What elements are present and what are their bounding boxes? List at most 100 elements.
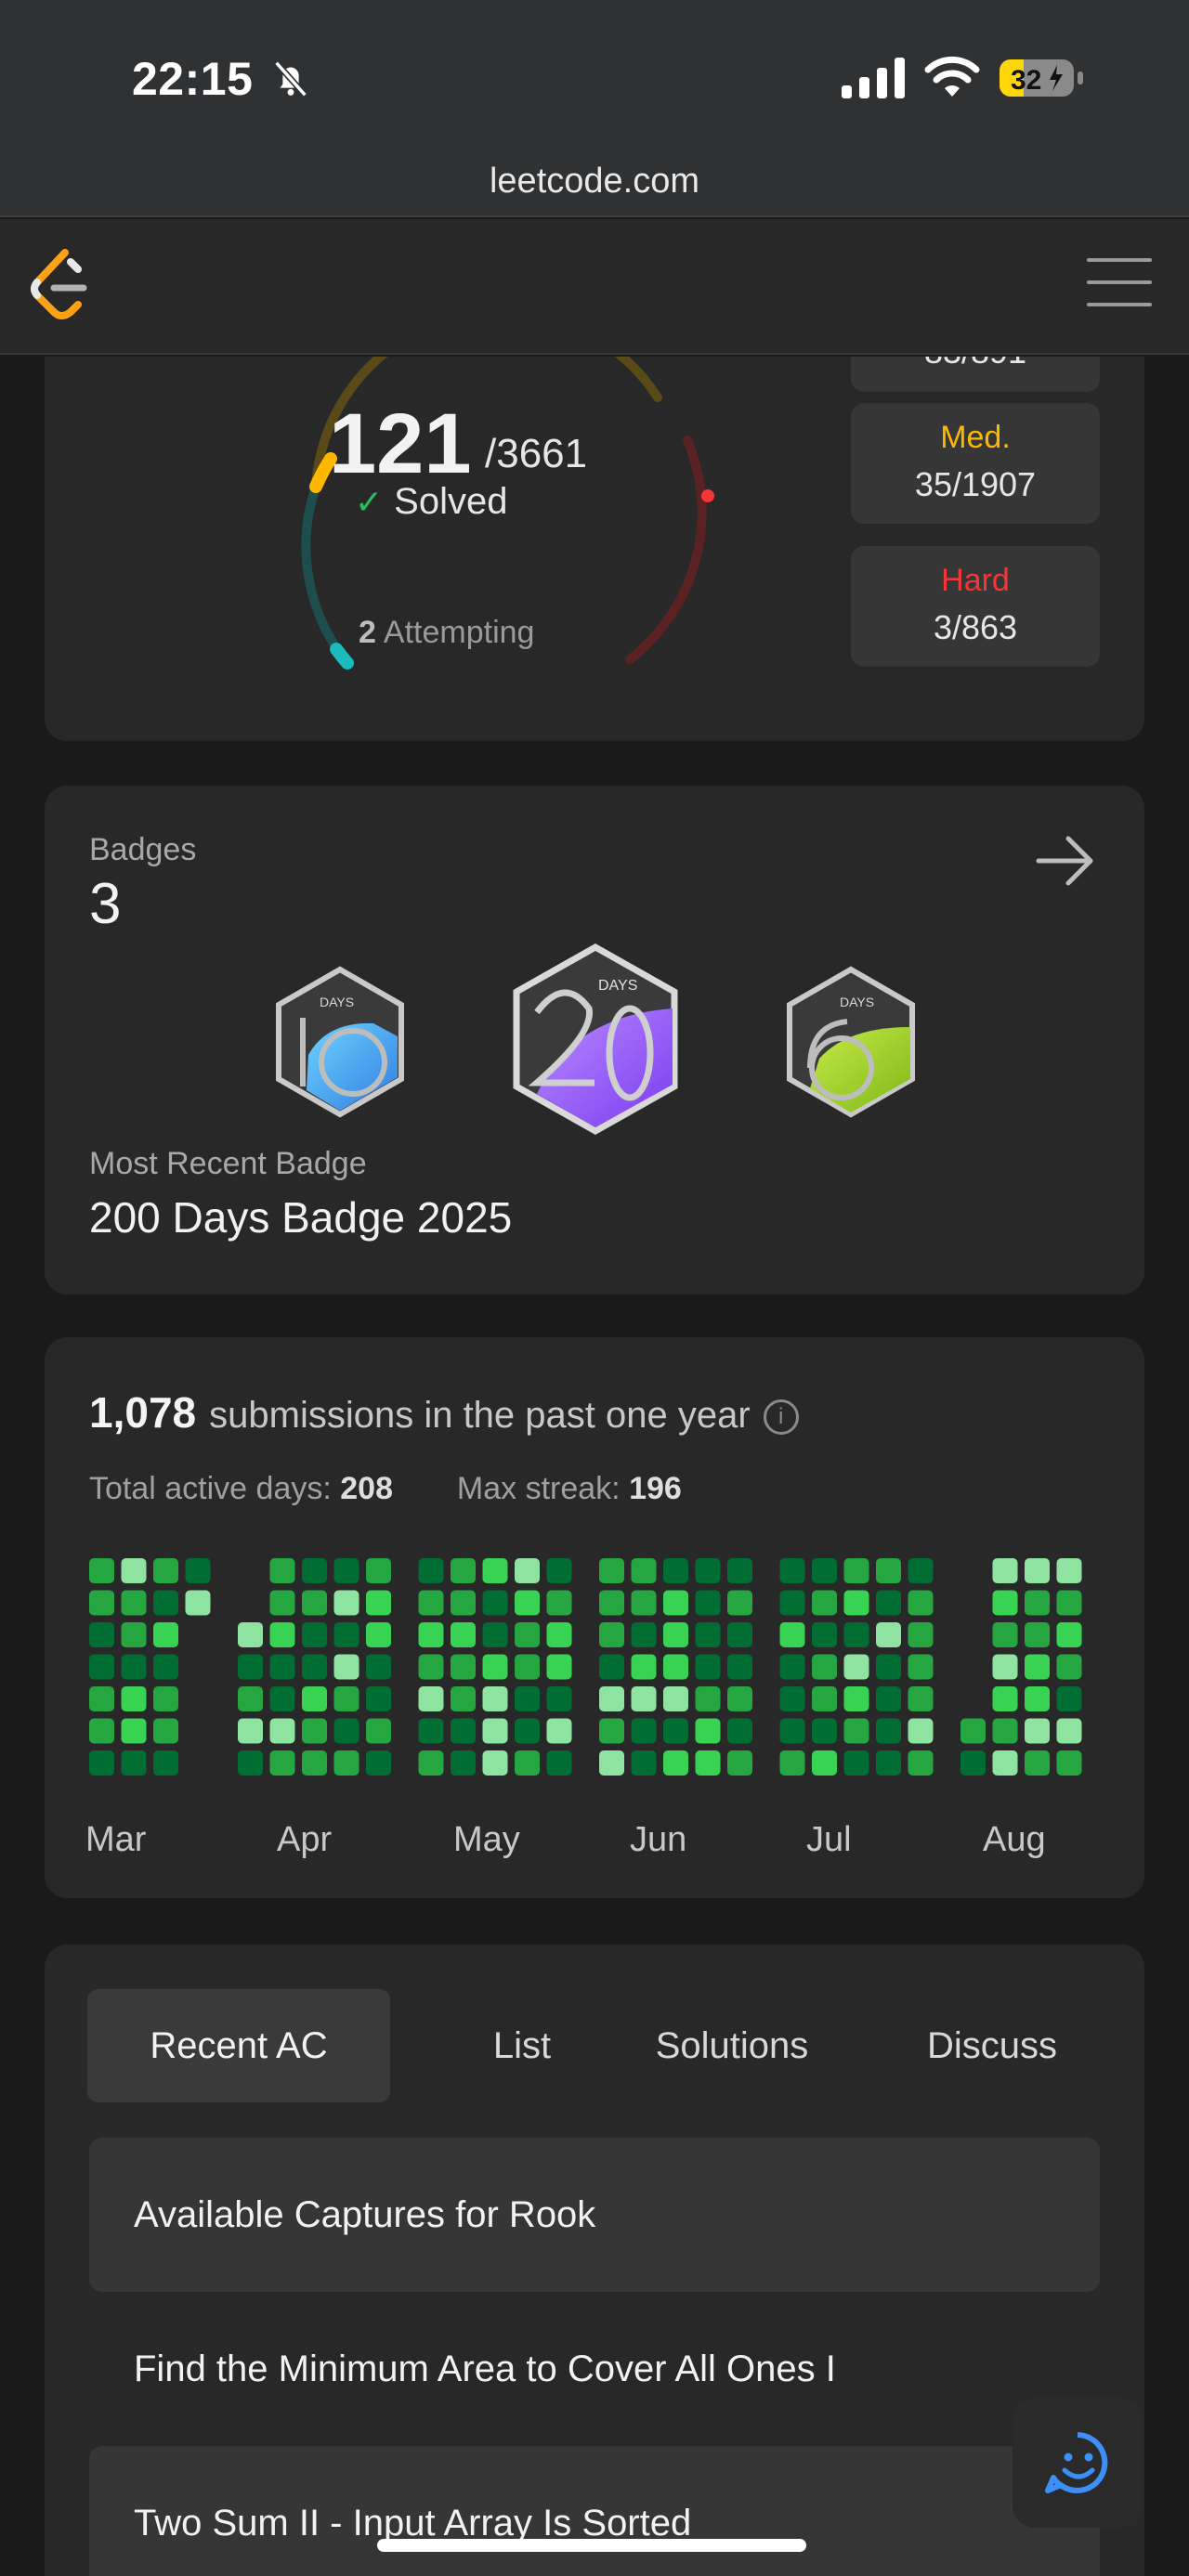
heatmap-cell[interactable] — [302, 1686, 327, 1711]
heatmap-cell[interactable] — [153, 1622, 178, 1647]
heatmap-cell[interactable] — [302, 1718, 327, 1744]
address-bar[interactable]: leetcode.com — [0, 156, 1189, 217]
heatmap-cell[interactable] — [482, 1590, 508, 1616]
heatmap-cell[interactable] — [451, 1654, 476, 1680]
heatmap-cell[interactable] — [482, 1622, 508, 1647]
heatmap-cell[interactable] — [1056, 1718, 1082, 1744]
heatmap-cell[interactable] — [1056, 1558, 1082, 1583]
heatmap-cell[interactable] — [695, 1654, 721, 1680]
heatmap-cell[interactable] — [727, 1718, 752, 1744]
heatmap-cell[interactable] — [695, 1718, 721, 1744]
heatmap-cell[interactable] — [663, 1718, 688, 1744]
heatmap-cell[interactable] — [366, 1718, 391, 1744]
heatmap-cell[interactable] — [908, 1750, 934, 1776]
heatmap-cell[interactable] — [631, 1686, 657, 1711]
heatmap-cell[interactable] — [269, 1558, 295, 1583]
heatmap-cell[interactable] — [843, 1750, 869, 1776]
heatmap-cell[interactable] — [727, 1622, 752, 1647]
heatmap-cell[interactable] — [599, 1558, 624, 1583]
list-item[interactable]: Available Captures for Rook — [89, 2138, 1100, 2292]
heatmap-cell[interactable] — [1025, 1750, 1050, 1776]
heatmap-cell[interactable] — [89, 1718, 114, 1744]
heatmap-cell[interactable] — [302, 1654, 327, 1680]
heatmap-cell[interactable] — [779, 1654, 805, 1680]
menu-icon[interactable] — [1087, 258, 1152, 314]
heatmap-cell[interactable] — [1025, 1718, 1050, 1744]
heatmap-cell[interactable] — [876, 1686, 901, 1711]
heatmap-cell[interactable] — [366, 1654, 391, 1680]
heatmap-cell[interactable] — [663, 1686, 688, 1711]
heatmap-cell[interactable] — [992, 1686, 1018, 1711]
heatmap-cell[interactable] — [960, 1750, 986, 1776]
heatmap-cell[interactable] — [663, 1622, 688, 1647]
heatmap-cell[interactable] — [631, 1654, 657, 1680]
heatmap-cell[interactable] — [876, 1558, 901, 1583]
submission-heatmap[interactable] — [89, 1558, 1148, 1800]
heatmap-cell[interactable] — [515, 1558, 540, 1583]
heatmap-cell[interactable] — [546, 1718, 572, 1744]
100-days-badge-icon[interactable]: DAYS — [271, 966, 409, 1118]
heatmap-cell[interactable] — [366, 1750, 391, 1776]
heatmap-cell[interactable] — [876, 1718, 901, 1744]
heatmap-cell[interactable] — [366, 1590, 391, 1616]
heatmap-cell[interactable] — [992, 1654, 1018, 1680]
heatmap-cell[interactable] — [1056, 1686, 1082, 1711]
heatmap-cell[interactable] — [779, 1750, 805, 1776]
heatmap-cell[interactable] — [333, 1622, 359, 1647]
heatmap-cell[interactable] — [269, 1622, 295, 1647]
heatmap-cell[interactable] — [599, 1622, 624, 1647]
heatmap-cell[interactable] — [908, 1558, 934, 1583]
home-indicator[interactable] — [377, 2539, 806, 2552]
heatmap-cell[interactable] — [1025, 1622, 1050, 1647]
heatmap-cell[interactable] — [546, 1654, 572, 1680]
heatmap-cell[interactable] — [333, 1750, 359, 1776]
heatmap-cell[interactable] — [451, 1590, 476, 1616]
heatmap-cell[interactable] — [89, 1590, 114, 1616]
heatmap-cell[interactable] — [451, 1558, 476, 1583]
heatmap-cell[interactable] — [663, 1590, 688, 1616]
heatmap-cell[interactable] — [599, 1750, 624, 1776]
heatmap-cell[interactable] — [631, 1750, 657, 1776]
heatmap-cell[interactable] — [779, 1718, 805, 1744]
heatmap-cell[interactable] — [727, 1686, 752, 1711]
heatmap-cell[interactable] — [599, 1686, 624, 1711]
heatmap-cell[interactable] — [843, 1590, 869, 1616]
heatmap-cell[interactable] — [185, 1558, 211, 1583]
leetcode-logo-icon[interactable] — [28, 247, 89, 321]
heatmap-cell[interactable] — [515, 1686, 540, 1711]
heatmap-cell[interactable] — [333, 1590, 359, 1616]
heatmap-cell[interactable] — [779, 1622, 805, 1647]
heatmap-cell[interactable] — [695, 1622, 721, 1647]
heatmap-cell[interactable] — [121, 1622, 147, 1647]
heatmap-cell[interactable] — [302, 1750, 327, 1776]
heatmap-cell[interactable] — [599, 1590, 624, 1616]
heatmap-cell[interactable] — [876, 1622, 901, 1647]
heatmap-cell[interactable] — [333, 1654, 359, 1680]
heatmap-cell[interactable] — [451, 1686, 476, 1711]
heatmap-cell[interactable] — [121, 1718, 147, 1744]
chat-button[interactable] — [1013, 2398, 1143, 2528]
heatmap-cell[interactable] — [1025, 1686, 1050, 1711]
heatmap-cell[interactable] — [812, 1686, 837, 1711]
heatmap-cell[interactable] — [366, 1686, 391, 1711]
heatmap-cell[interactable] — [843, 1654, 869, 1680]
heatmap-cell[interactable] — [333, 1558, 359, 1583]
heatmap-cell[interactable] — [451, 1718, 476, 1744]
heatmap-cell[interactable] — [812, 1622, 837, 1647]
heatmap-cell[interactable] — [695, 1590, 721, 1616]
heatmap-cell[interactable] — [908, 1654, 934, 1680]
heatmap-cell[interactable] — [779, 1590, 805, 1616]
heatmap-cell[interactable] — [302, 1622, 327, 1647]
list-item[interactable]: Find the Minimum Area to Cover All Ones … — [89, 2292, 1100, 2446]
heatmap-cell[interactable] — [153, 1654, 178, 1680]
heatmap-cell[interactable] — [302, 1558, 327, 1583]
heatmap-cell[interactable] — [1056, 1750, 1082, 1776]
badges-card[interactable]: Badges 3 DAYS DAYS DAYS Most Recent Badg… — [45, 786, 1144, 1295]
heatmap-cell[interactable] — [843, 1622, 869, 1647]
heatmap-cell[interactable] — [153, 1718, 178, 1744]
heatmap-cell[interactable] — [631, 1718, 657, 1744]
heatmap-cell[interactable] — [599, 1654, 624, 1680]
heatmap-cell[interactable] — [418, 1622, 444, 1647]
heatmap-cell[interactable] — [269, 1686, 295, 1711]
heatmap-cell[interactable] — [238, 1750, 263, 1776]
